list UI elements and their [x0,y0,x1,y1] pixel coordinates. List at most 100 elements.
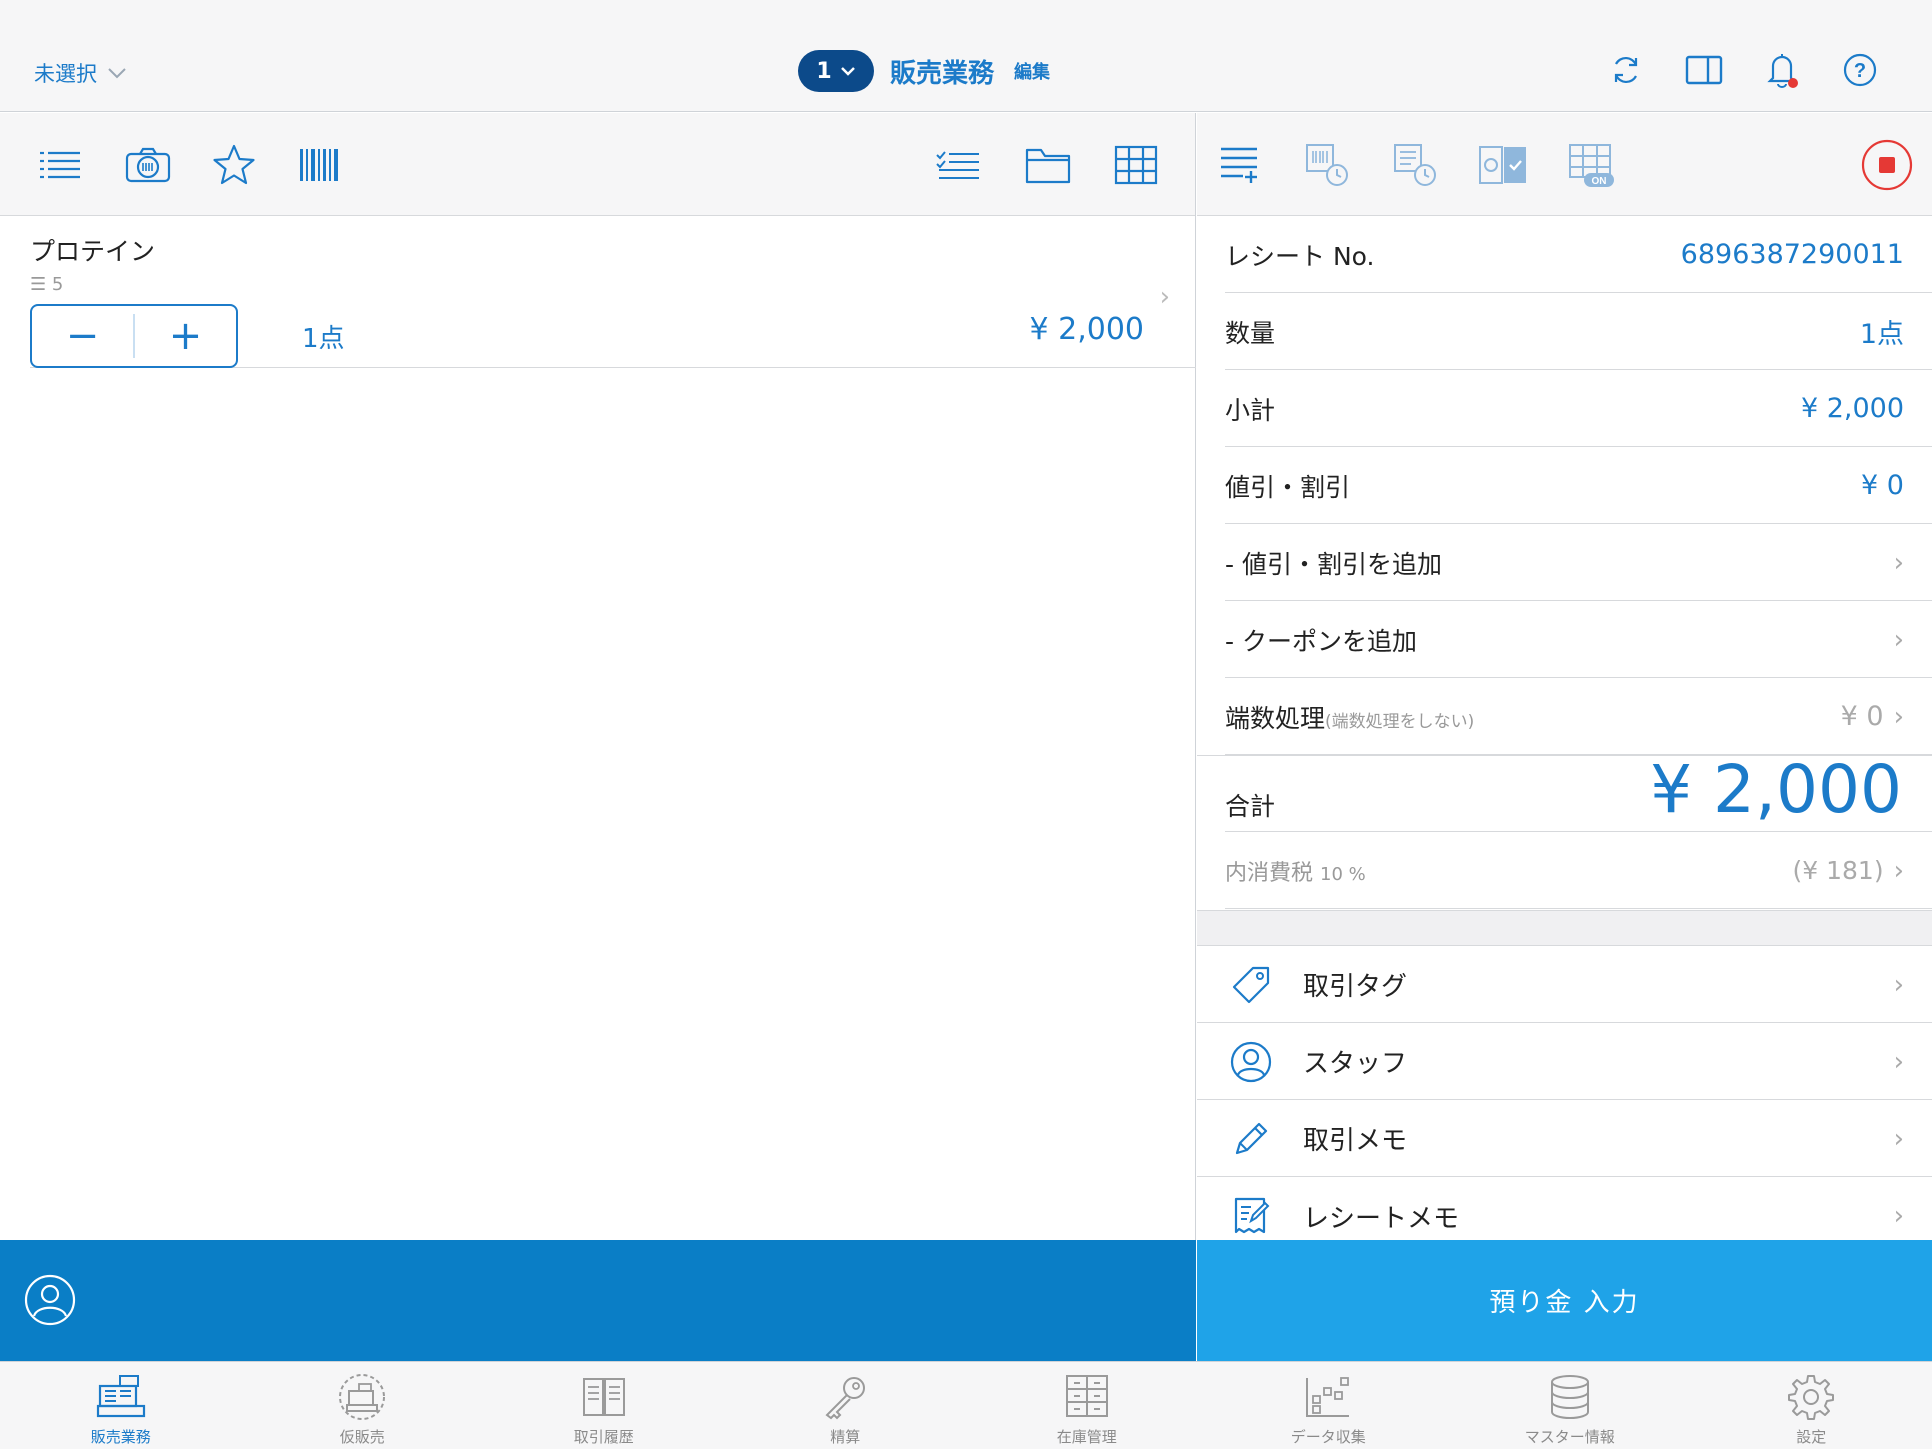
chevron-right-icon: › [1159,282,1170,312]
summary-pane: ON レシート No. 6896387290011 数量 1点 小計 ¥ 2,0… [1197,113,1932,1240]
tab-master-info[interactable]: マスター情報 [1449,1362,1691,1449]
decrement-button[interactable]: − [32,306,133,366]
list-history-icon[interactable] [1387,137,1443,193]
database-icon [1544,1372,1596,1422]
toggle-check-icon[interactable] [1475,137,1531,193]
menu-staff[interactable]: スタッフ › [1197,1024,1932,1100]
tab-sales[interactable]: 販売業務 [0,1362,242,1449]
help-icon[interactable]: ? [1840,50,1880,90]
add-list-icon[interactable] [1211,137,1267,193]
receipt-memo-icon [1229,1194,1273,1238]
tab-label: 在庫管理 [1056,1428,1117,1446]
tab-label: 設定 [1796,1428,1827,1446]
chevron-right-icon: › [1893,855,1904,886]
chevron-right-icon: › [1893,701,1904,732]
rounding-note: (端数処理をしない) [1325,711,1475,732]
section-gap [1197,910,1932,946]
grid-icon[interactable] [1112,141,1160,189]
stock-count: 5 [51,274,64,295]
rounding-row[interactable]: 端数処理(端数処理をしない) ¥ 0 › [1225,679,1932,755]
customer-bar [0,1240,1196,1361]
temp-register-icon [336,1372,388,1422]
receipt-number-label: レシート No. [1225,241,1375,271]
tab-inventory[interactable]: 在庫管理 [966,1362,1208,1449]
chevron-right-icon: › [1893,1201,1904,1231]
stop-record-icon[interactable] [1859,137,1915,193]
tab-label: 販売業務 [90,1428,151,1446]
checklist-icon[interactable] [934,141,982,189]
tab-label: 取引履歴 [573,1428,634,1446]
register-title: 1 販売業務 編集 [798,50,1050,92]
chevron-down-icon [840,67,855,76]
subtotal-label: 小計 [1225,395,1276,425]
add-discount-row[interactable]: - 値引・割引を追加 › [1225,525,1932,601]
item-price: ¥ 2,000 [1029,312,1144,347]
cabinet-icon [1061,1372,1113,1422]
list-icon[interactable] [36,141,84,189]
cart-pane: プロテイン ☰ 5 − + 1点 ¥ 2,000 › [0,113,1196,1240]
stock-list-icon: ☰ [30,274,47,295]
pencil-icon [1229,1117,1273,1161]
tax-label-group: 内消費税 10 % [1225,855,1366,887]
quantity-row: 数量 1点 [1225,294,1932,370]
product-toolbar [0,113,1195,216]
subtotal-row: 小計 ¥ 2,000 [1225,371,1932,447]
cart-item[interactable]: プロテイン ☰ 5 − + 1点 ¥ 2,000 › [30,218,1196,368]
tab-label: マスター情報 [1524,1428,1615,1446]
tab-transaction-history[interactable]: 取引履歴 [483,1362,725,1449]
deposit-label: 預り金 入力 [1489,1288,1640,1318]
discount-value: ¥ 0 [1861,470,1904,501]
tab-data-collection[interactable]: データ収集 [1208,1362,1450,1449]
split-view-icon[interactable] [1684,50,1724,90]
staff-icon [1229,1040,1273,1084]
tab-bar: 販売業務 仮販売 取引履歴 精算 在庫管理 データ収集 マスター情報 設定 [0,1361,1932,1449]
tab-temp-sales[interactable]: 仮販売 [242,1362,484,1449]
notification-bell-icon[interactable] [1762,50,1802,90]
rounding-value-group: ¥ 0 › [1841,701,1904,732]
tab-settlement[interactable]: 精算 [725,1362,967,1449]
barcode-icon[interactable] [296,141,344,189]
quantity-value: 1点 [1859,319,1904,350]
menu-label: 取引メモ [1303,1126,1408,1156]
tax-row[interactable]: 内消費税 10 % (¥ 181) › [1225,833,1932,909]
item-quantity: 1点 [302,324,345,354]
data-collection-icon [1302,1372,1354,1422]
menu-transaction-memo[interactable]: 取引メモ › [1197,1101,1932,1177]
favorite-star-icon[interactable] [210,141,258,189]
total-label: 合計 [1225,792,1276,821]
item-name: プロテイン [30,237,156,266]
camera-barcode-icon[interactable] [124,141,172,189]
chevron-right-icon: › [1893,547,1904,578]
edit-link[interactable]: 編集 [1014,58,1050,84]
transaction-toolbar: ON [1197,113,1932,216]
register-number: 1 [816,58,832,84]
register-selector[interactable]: 1 [798,50,874,92]
add-coupon-row[interactable]: - クーポンを追加 › [1225,602,1932,678]
menu-transaction-tag[interactable]: 取引タグ › [1197,947,1932,1023]
sync-icon[interactable] [1606,50,1646,90]
book-icon [578,1372,630,1422]
tax-rate: 10 % [1320,863,1366,885]
tab-settings[interactable]: 設定 [1691,1362,1932,1449]
quantity-label: 数量 [1225,318,1276,348]
tag-icon [1229,963,1273,1007]
barcode-history-icon[interactable] [1299,137,1355,193]
folder-icon[interactable] [1024,141,1072,189]
chevron-right-icon: › [1893,1046,1904,1077]
increment-button[interactable]: + [135,306,236,366]
customer-avatar-icon[interactable] [24,1274,76,1326]
chevron-right-icon: › [1893,969,1904,1000]
receipt-number-row: レシート No. 6896387290011 [1225,217,1932,293]
store-selector[interactable]: 未選択 [34,58,127,88]
menu-label: レシートメモ [1303,1203,1460,1234]
tax-value-group: (¥ 181) › [1793,856,1904,886]
tax-value: (¥ 181) [1792,856,1884,885]
page-title: 販売業務 [890,58,995,89]
grid-on-icon[interactable]: ON [1563,137,1619,193]
chevron-down-icon [108,68,126,79]
svg-text:?: ? [1854,60,1866,82]
quantity-stepper[interactable]: − + [30,304,238,368]
gear-icon [1785,1372,1837,1422]
deposit-input-button[interactable]: 預り金 入力 [1197,1240,1932,1361]
menu-label: 取引タグ [1303,972,1408,1002]
